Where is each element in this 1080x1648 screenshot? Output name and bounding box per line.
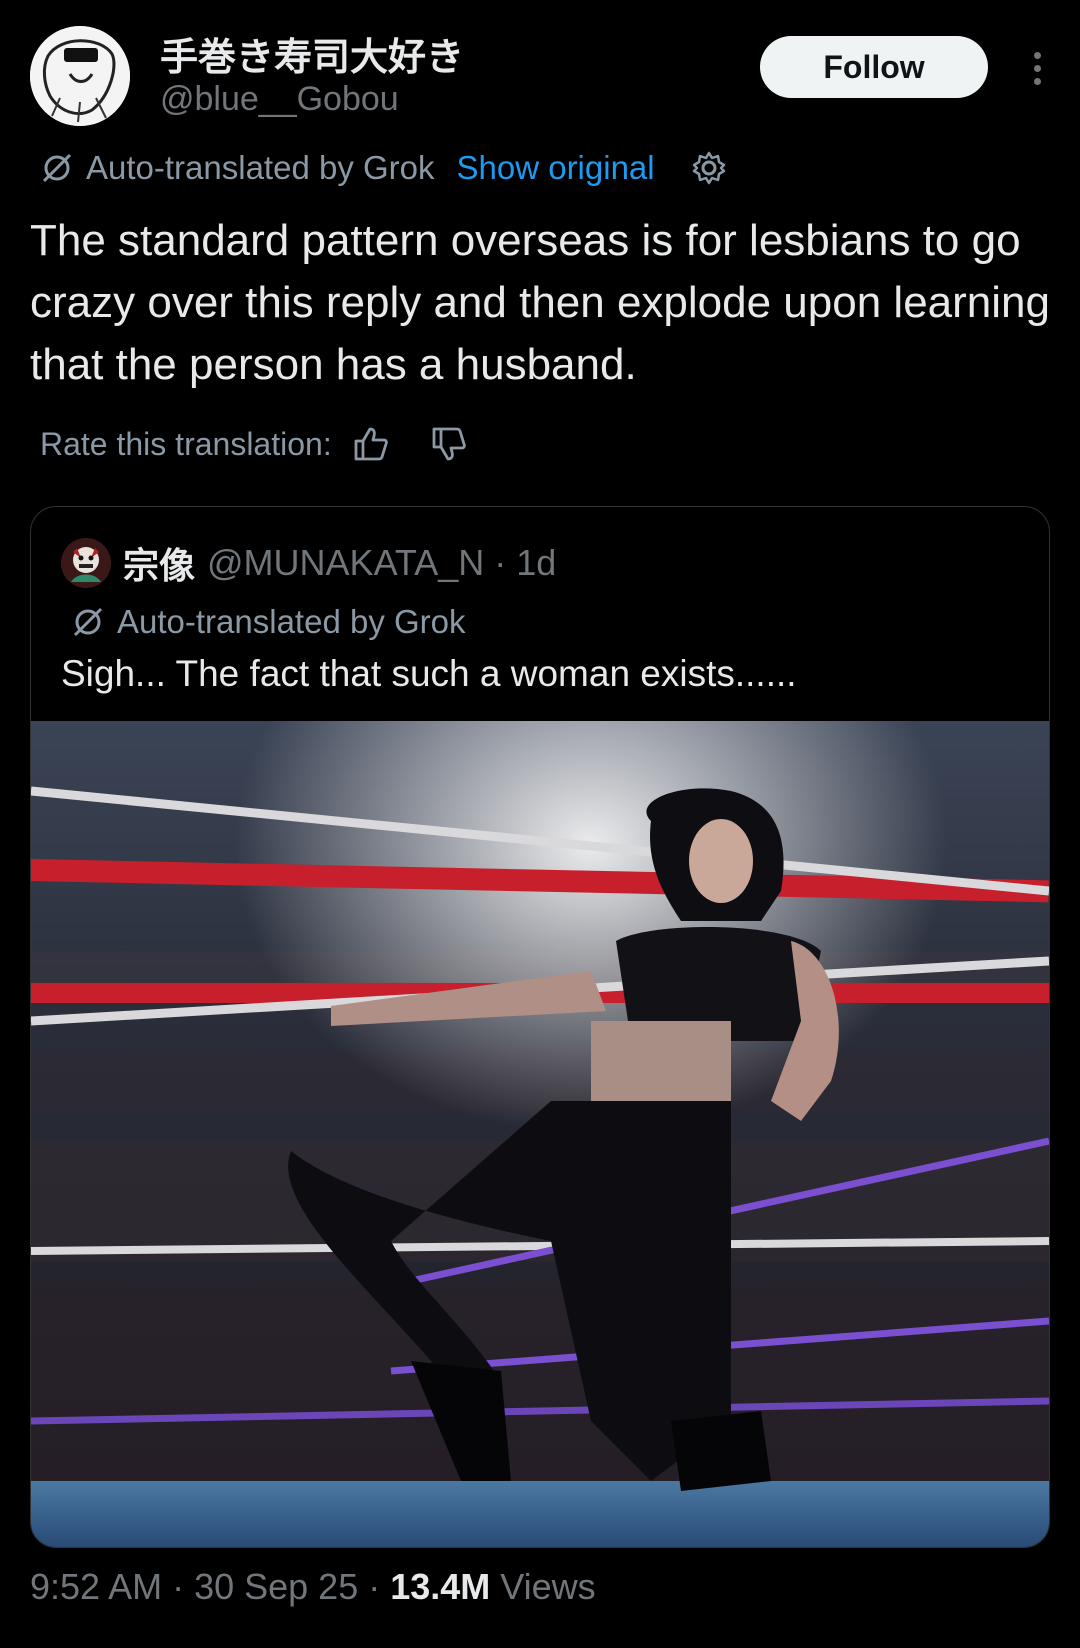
quoted-author-avatar[interactable] [61, 538, 111, 588]
more-options-icon[interactable] [1020, 46, 1054, 90]
show-original-link[interactable]: Show original [457, 149, 655, 187]
quoted-author-name[interactable]: 宗像 [123, 537, 195, 589]
quoted-tweet-header: 宗像 @MUNAKATA_N · 1d [61, 537, 556, 589]
tweet-meta: 9:52 AM · 30 Sep 25 · 13.4M Views [30, 1566, 596, 1608]
quoted-translation-notice: Auto-translated by Grok [71, 603, 466, 641]
follow-button[interactable]: Follow [760, 36, 988, 98]
timestamp[interactable]: 9:52 AM · 30 Sep 25 · [30, 1566, 390, 1607]
gear-icon[interactable] [691, 150, 727, 186]
rate-translation: Rate this translation: [40, 425, 468, 463]
tweet-text: The standard pattern overseas is for les… [30, 216, 1050, 389]
quoted-author-handle[interactable]: @MUNAKATA_N · 1d [207, 542, 556, 584]
author-display-name[interactable]: 手巻き寿司大好き [160, 26, 464, 81]
author-handle[interactable]: @blue__Gobou [160, 80, 399, 119]
quoted-tweet[interactable]: 宗像 @MUNAKATA_N · 1d Auto-translated by G… [30, 506, 1050, 1548]
rate-translation-label: Rate this translation: [40, 425, 332, 462]
translation-label: Auto-translated by Grok [86, 149, 435, 186]
grok-icon [42, 153, 72, 183]
quoted-translation-label: Auto-translated by Grok [117, 603, 466, 640]
tweet-header: 手巻き寿司大好き @blue__Gobou Follow [30, 26, 1050, 136]
quoted-tweet-text: Sigh... The fact that such a woman exist… [61, 653, 797, 694]
thumbs-up-icon[interactable] [352, 425, 390, 463]
views-label: Views [490, 1566, 596, 1607]
quoted-tweet-photo[interactable] [31, 721, 1049, 1547]
thumbs-down-icon[interactable] [430, 425, 468, 463]
grok-icon [73, 607, 103, 637]
views-count: 13.4M [390, 1566, 491, 1607]
translation-notice: Auto-translated by Grok Show original [40, 146, 727, 190]
author-avatar[interactable] [30, 26, 130, 126]
